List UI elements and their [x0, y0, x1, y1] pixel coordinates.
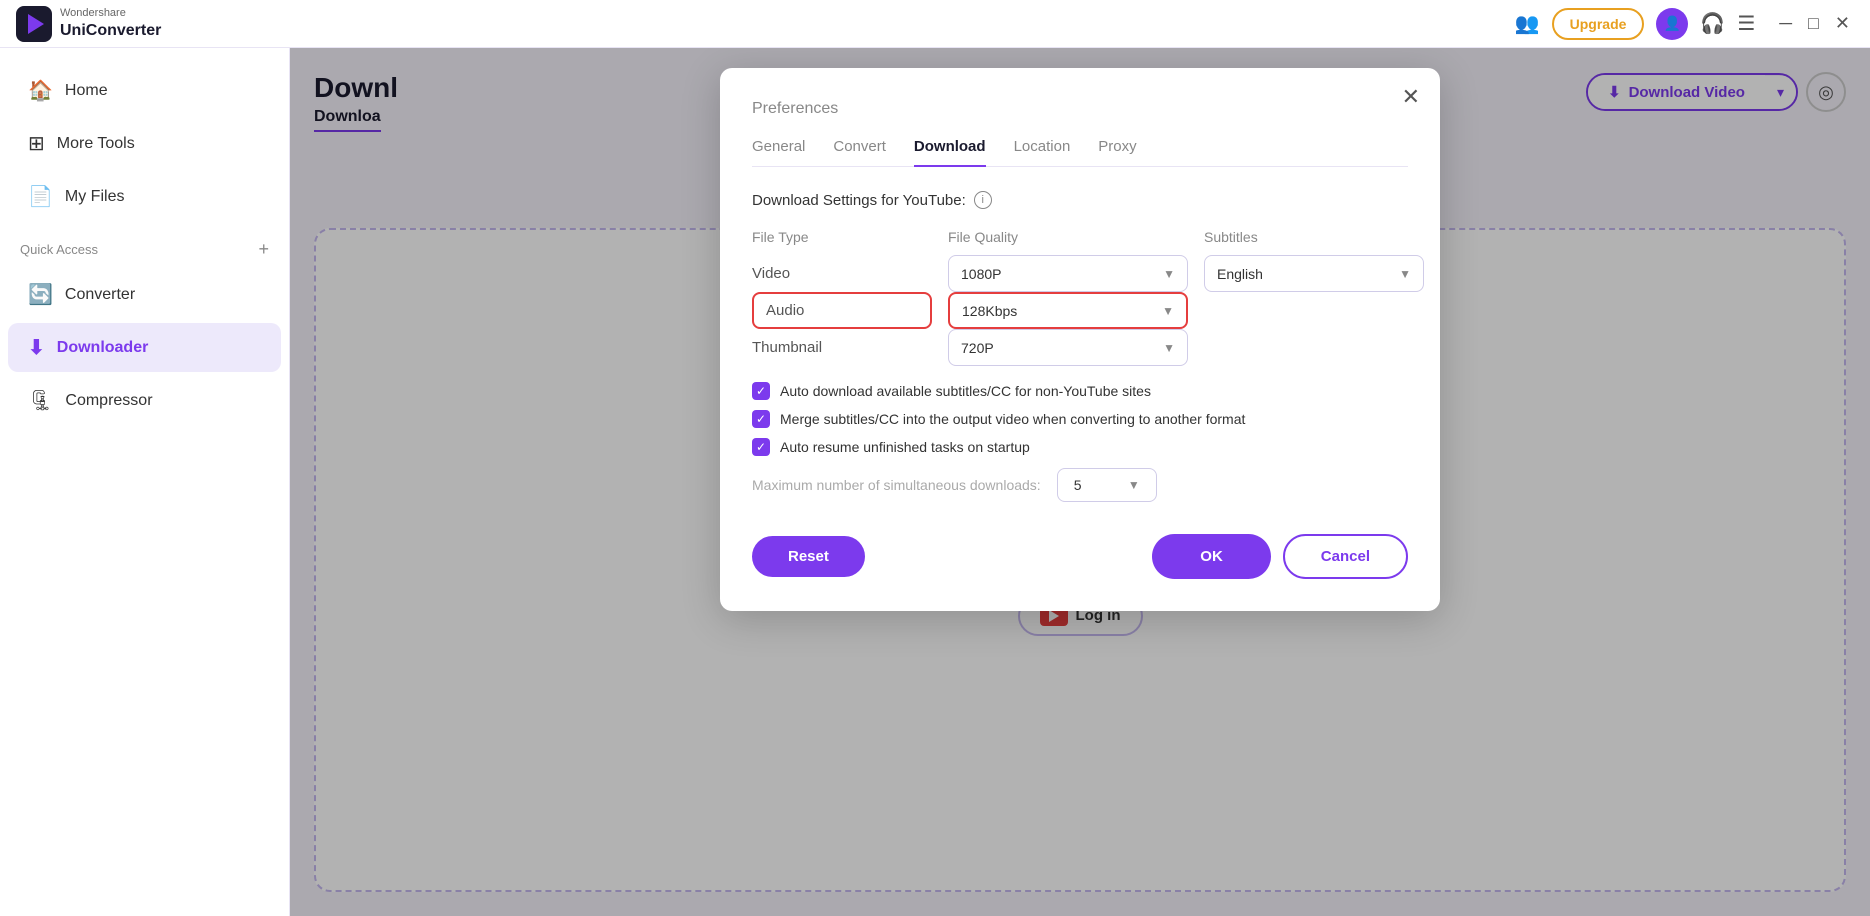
max-downloads-arrow-icon: ▼ — [1128, 478, 1140, 492]
info-icon[interactable]: i — [974, 191, 992, 209]
app-name-bottom: UniConverter — [60, 21, 161, 40]
checkbox-merge-subtitles-check: ✓ — [756, 412, 766, 426]
quick-access-label: Quick Access — [20, 242, 98, 257]
converter-icon: 🔄 — [28, 282, 53, 307]
tab-general[interactable]: General — [752, 138, 805, 167]
more-tools-icon: ⊞ — [28, 131, 45, 156]
subtitles-value: English — [1217, 266, 1263, 282]
minimize-button[interactable]: ─ — [1775, 13, 1796, 34]
compressor-icon: 🗜 — [28, 388, 53, 413]
col-header-file-type: File Type — [752, 229, 932, 245]
footer-right-buttons: OK Cancel — [1152, 534, 1408, 579]
sidebar-item-compressor[interactable]: 🗜 Compressor — [8, 376, 281, 425]
sidebar: 🏠 Home ⊞ More Tools 📄 My Files Quick Acc… — [0, 48, 290, 916]
my-files-icon: 📄 — [28, 184, 53, 209]
max-downloads-row: Maximum number of simultaneous downloads… — [752, 468, 1408, 502]
sidebar-item-my-files[interactable]: 📄 My Files — [8, 172, 281, 221]
modal-tabs: General Convert Download Location Proxy — [752, 138, 1408, 167]
downloader-icon: ⬇ — [28, 335, 45, 360]
subtitles-arrow-icon: ▼ — [1399, 267, 1411, 281]
sidebar-label-compressor: Compressor — [65, 392, 152, 410]
max-downloads-label: Maximum number of simultaneous downloads… — [752, 477, 1041, 493]
checkbox-merge-subtitles-box[interactable]: ✓ — [752, 410, 770, 428]
checkbox-auto-subtitles-check: ✓ — [756, 384, 766, 398]
section-title-text: Download Settings for YouTube: — [752, 192, 966, 209]
video-quality-arrow-icon: ▼ — [1163, 267, 1175, 281]
close-button[interactable]: ✕ — [1831, 13, 1854, 34]
avatar[interactable]: 👤 — [1656, 8, 1688, 40]
checkbox-merge-subtitles: ✓ Merge subtitles/CC into the output vid… — [752, 410, 1408, 428]
thumbnail-subtitles-placeholder — [1204, 329, 1424, 366]
thumbnail-quality-value: 720P — [961, 340, 994, 356]
settings-section-title: Download Settings for YouTube: i — [752, 191, 1408, 209]
title-bar: Wondershare UniConverter 👥 Upgrade 👤 🎧 ☰… — [0, 0, 1870, 48]
checkbox-auto-subtitles-box[interactable]: ✓ — [752, 382, 770, 400]
checkbox-auto-subtitles: ✓ Auto download available subtitles/CC f… — [752, 382, 1408, 400]
audio-quality-arrow-icon: ▼ — [1162, 304, 1174, 318]
checkbox-auto-resume-box[interactable]: ✓ — [752, 438, 770, 456]
tab-location[interactable]: Location — [1014, 138, 1071, 167]
tab-proxy[interactable]: Proxy — [1098, 138, 1136, 167]
sidebar-item-converter[interactable]: 🔄 Converter — [8, 270, 281, 319]
title-bar-right: 👥 Upgrade 👤 🎧 ☰ ─ □ ✕ — [1515, 8, 1854, 40]
sidebar-label-downloader: Downloader — [57, 339, 149, 357]
home-icon: 🏠 — [28, 78, 53, 103]
upgrade-button[interactable]: Upgrade — [1552, 8, 1645, 40]
modal-overlay: Preferences ✕ General Convert Download L… — [290, 48, 1870, 916]
tab-download[interactable]: Download — [914, 138, 986, 167]
file-type-thumbnail: Thumbnail — [752, 329, 932, 366]
tab-convert[interactable]: Convert — [833, 138, 886, 167]
audio-quality-dropdown[interactable]: 128Kbps ▼ — [948, 292, 1188, 329]
checkbox-auto-resume-check: ✓ — [756, 440, 766, 454]
file-type-audio: Audio — [752, 292, 932, 329]
preferences-modal: Preferences ✕ General Convert Download L… — [720, 68, 1440, 611]
modal-footer: Reset OK Cancel — [752, 534, 1408, 579]
headset-icon[interactable]: 🎧 — [1700, 11, 1725, 36]
audio-quality-value: 128Kbps — [962, 303, 1017, 319]
col-header-subtitles: Subtitles — [1204, 229, 1424, 245]
max-downloads-dropdown[interactable]: 5 ▼ — [1057, 468, 1157, 502]
file-type-video: Video — [752, 255, 932, 292]
video-quality-dropdown[interactable]: 1080P ▼ — [948, 255, 1188, 292]
sidebar-label-home: Home — [65, 82, 108, 100]
thumbnail-quality-dropdown[interactable]: 720P ▼ — [948, 329, 1188, 366]
audio-subtitles-placeholder — [1204, 292, 1424, 329]
modal-close-button[interactable]: ✕ — [1402, 84, 1420, 110]
sidebar-label-my-files: My Files — [65, 188, 125, 206]
checkbox-merge-subtitles-label: Merge subtitles/CC into the output video… — [780, 411, 1245, 427]
content-area: Downl Downloa ⬇ Download Video ▾ ◎ Downl — [290, 48, 1870, 916]
sidebar-item-downloader[interactable]: ⬇ Downloader — [8, 323, 281, 372]
sidebar-item-more-tools[interactable]: ⊞ More Tools — [8, 119, 281, 168]
logo-play-icon — [28, 14, 44, 34]
checkbox-auto-resume: ✓ Auto resume unfinished tasks on startu… — [752, 438, 1408, 456]
checkbox-auto-subtitles-label: Auto download available subtitles/CC for… — [780, 383, 1151, 399]
sidebar-label-converter: Converter — [65, 286, 135, 304]
maximize-button[interactable]: □ — [1804, 13, 1823, 34]
sidebar-item-home[interactable]: 🏠 Home — [8, 66, 281, 115]
col-header-file-quality: File Quality — [948, 229, 1188, 245]
main-layout: 🏠 Home ⊞ More Tools 📄 My Files Quick Acc… — [0, 48, 1870, 916]
quick-access-section: Quick Access + — [0, 231, 289, 268]
ok-button[interactable]: OK — [1152, 534, 1271, 579]
thumbnail-quality-arrow-icon: ▼ — [1163, 341, 1175, 355]
app-name-top: Wondershare — [60, 7, 161, 20]
app-logo-icon — [16, 6, 52, 42]
max-downloads-value: 5 — [1074, 477, 1082, 493]
video-quality-value: 1080P — [961, 266, 1001, 282]
window-controls: ─ □ ✕ — [1775, 13, 1854, 34]
subtitles-dropdown[interactable]: English ▼ — [1204, 255, 1424, 292]
menu-icon[interactable]: ☰ — [1737, 11, 1755, 36]
checkbox-section: ✓ Auto download available subtitles/CC f… — [752, 382, 1408, 456]
sidebar-label-more-tools: More Tools — [57, 135, 135, 153]
quick-access-add-button[interactable]: + — [258, 239, 269, 260]
app-name: Wondershare UniConverter — [60, 7, 161, 39]
reset-button[interactable]: Reset — [752, 536, 865, 577]
modal-title: Preferences — [752, 100, 1408, 118]
app-logo-area: Wondershare UniConverter — [16, 6, 161, 42]
checkbox-auto-resume-label: Auto resume unfinished tasks on startup — [780, 439, 1030, 455]
users-icon[interactable]: 👥 — [1515, 11, 1540, 36]
cancel-button[interactable]: Cancel — [1283, 534, 1408, 579]
